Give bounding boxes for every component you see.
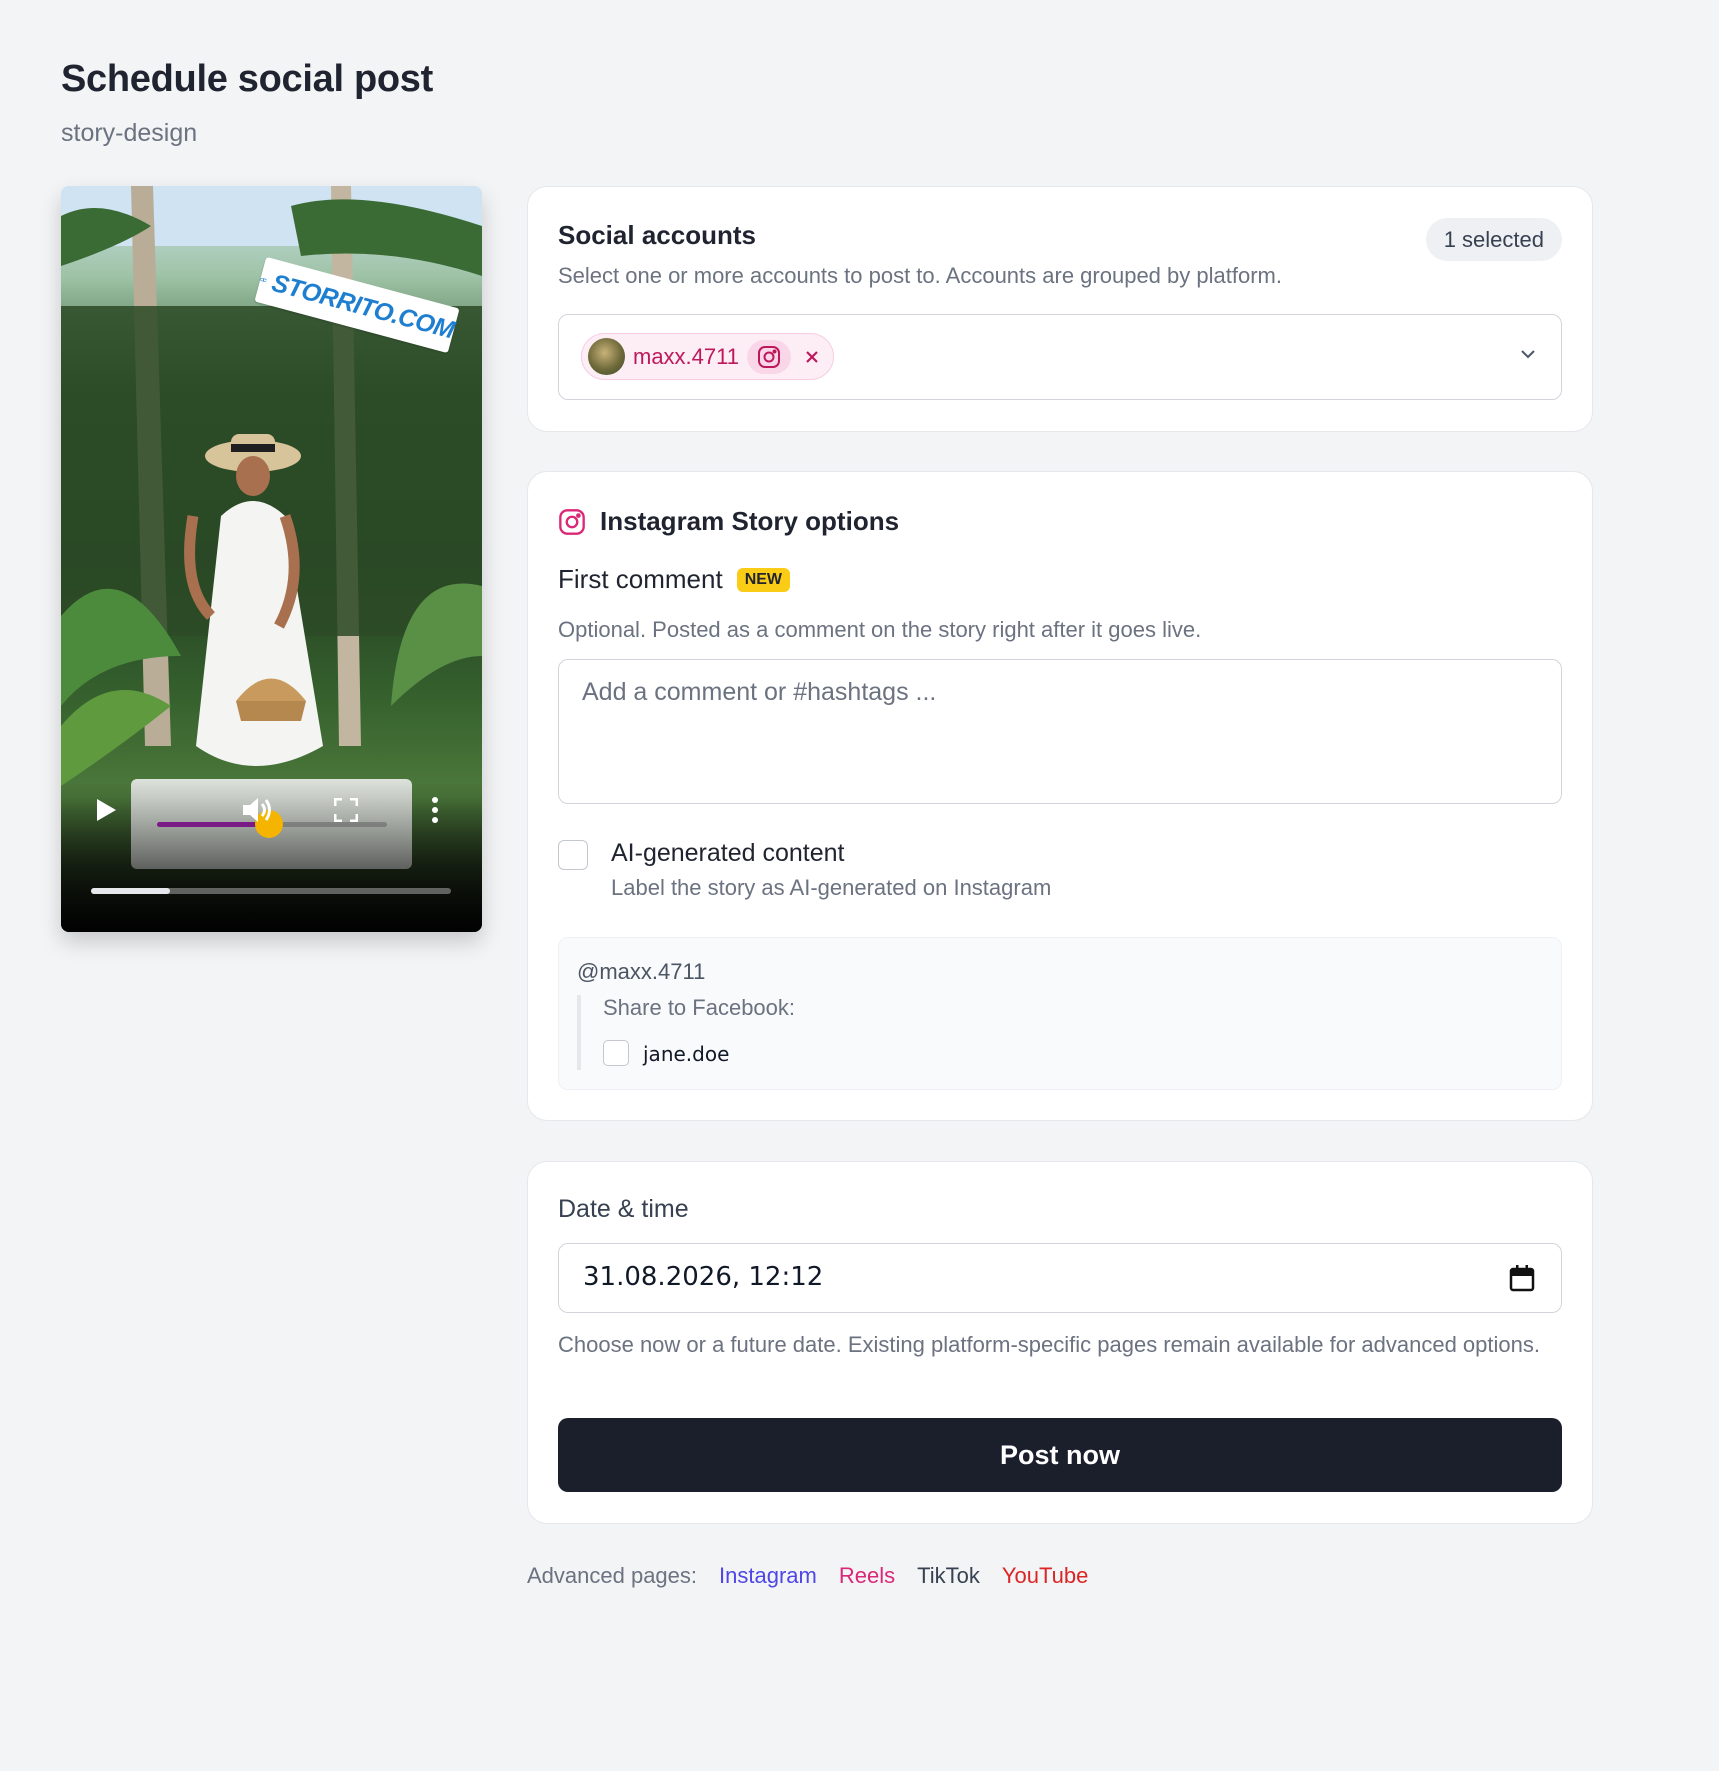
date-time-help: Choose now or a future date. Existing pl… [558,1332,1540,1357]
share-to-facebook-box: @maxx.4711 Share to Facebook: jane.doe [558,937,1562,1090]
fullscreen-icon[interactable] [333,797,359,827]
remove-account-button[interactable] [799,344,819,370]
advanced-link-instagram[interactable]: Instagram [719,1563,817,1589]
more-options-icon[interactable] [431,796,439,829]
chevron-down-icon[interactable] [1517,343,1539,365]
instagram-story-title: Instagram Story options [600,506,900,536]
social-accounts-description: Select one or more accounts to post to. … [558,263,1282,288]
instagram-story-options-card: Instagram Story options First comment NE… [527,471,1593,1121]
advanced-link-reels[interactable]: Reels [839,1563,895,1589]
account-select[interactable]: maxx.4711 [558,314,1562,400]
volume-icon[interactable] [241,796,273,829]
first-comment-label-row: First comment NEW [558,564,791,595]
facebook-page-checkbox[interactable] [603,1040,629,1066]
advanced-pages: Advanced pages: Instagram Reels TikTok Y… [527,1563,1088,1589]
close-icon [806,350,818,363]
facebook-page-name[interactable]: jane.doe [643,1042,729,1066]
first-comment-label: First comment [558,564,723,594]
account-chip-username: maxx.4711 [633,343,739,369]
date-time-value: 31.08.2026, 12:12 [583,1262,824,1292]
selected-count-badge: 1 selected [1425,218,1562,261]
advanced-pages-label: Advanced pages: [527,1563,698,1588]
new-badge: NEW [736,567,791,592]
date-time-input[interactable]: 31.08.2026, 12:12 [558,1243,1562,1313]
social-accounts-title: Social accounts [558,220,756,250]
play-icon[interactable] [95,798,117,827]
advanced-link-tiktok[interactable]: TikTok [917,1563,980,1589]
advanced-link-youtube[interactable]: YouTube [1002,1563,1088,1589]
avatar [588,338,625,375]
calendar-icon[interactable] [1509,1264,1535,1292]
playback-progress-bar[interactable] [91,888,451,894]
ai-generated-description: Label the story as AI-generated on Insta… [611,875,1052,900]
instagram-icon [746,339,791,374]
instagram-story-header: Instagram Story options [558,506,899,537]
ai-generated-label[interactable]: AI-generated content [611,839,845,868]
social-accounts-card: Social accounts 1 selected Select one or… [527,186,1593,432]
share-account-handle: @maxx.4711 [577,959,706,984]
ai-generated-checkbox[interactable] [558,840,588,870]
page-subtitle: story-design [61,119,198,147]
date-time-label: Date & time [558,1195,689,1223]
first-comment-help: Optional. Posted as a comment on the sto… [558,617,1202,642]
story-video-preview[interactable]: STORRITO.COM [61,186,482,932]
share-to-facebook-label: Share to Facebook: [603,995,796,1020]
first-comment-input[interactable] [558,659,1562,804]
schedule-card: Date & time 31.08.2026, 12:12 Choose now… [527,1161,1593,1524]
account-chip: maxx.4711 [581,333,834,380]
playback-progress-fill [91,888,171,894]
post-now-button[interactable]: Post now [558,1418,1562,1492]
page-title: Schedule social post [61,58,433,100]
instagram-icon [559,508,585,535]
share-divider [577,995,581,1070]
